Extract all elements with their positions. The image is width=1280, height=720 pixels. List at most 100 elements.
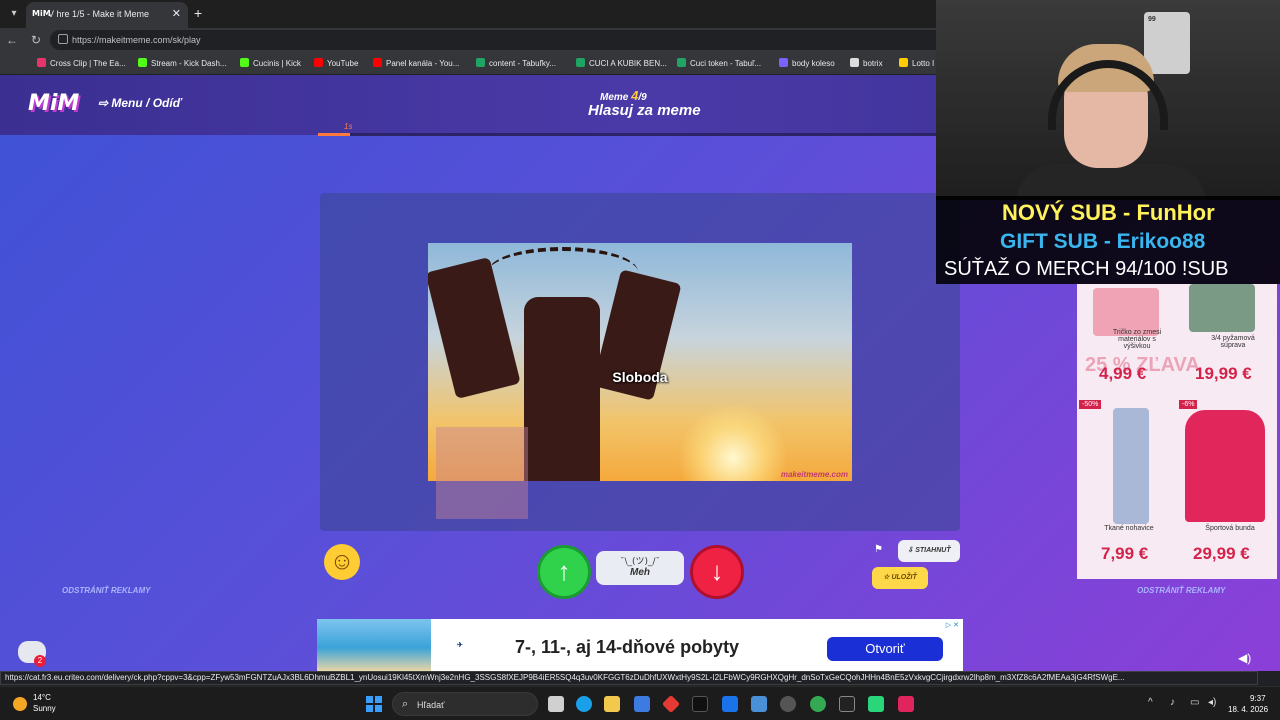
product-price: 7,99 € [1101, 544, 1149, 563]
status-url-bar: https://cat.fr3.eu.criteo.com/delivery/c… [0, 671, 1258, 685]
microphone-icon[interactable]: ♪ [1170, 697, 1175, 708]
tab-list-icon[interactable]: ▾ [6, 6, 22, 22]
pajama-image [1189, 284, 1255, 332]
bookmark-icon [779, 58, 788, 67]
sound-icon[interactable]: ◀) [1238, 651, 1251, 665]
chat-badge: 2 [34, 655, 46, 667]
reaction-emoji-button[interactable]: ☺ [324, 544, 360, 580]
app-icon[interactable] [839, 696, 855, 712]
bookmark-icon [576, 58, 585, 67]
bookmark-label: Cuci token - Tabuľ... [690, 59, 762, 68]
chrome-icon[interactable] [810, 696, 826, 712]
kick-icon[interactable] [868, 696, 884, 712]
figure-body [524, 297, 600, 481]
download-label: STIAHNUŤ [915, 547, 951, 554]
discount-badge: -6% [1179, 400, 1198, 409]
report-flag-icon[interactable]: ⚑ [874, 544, 883, 555]
bookmark-item[interactable]: Stream - Kick Dash... [138, 58, 227, 68]
vote-meh-button[interactable]: ¯\_(ツ)_/¯ Meh [596, 551, 684, 585]
tray-chevron-icon[interactable]: ^ [1148, 697, 1153, 708]
weather-condition: Sunny [33, 704, 56, 713]
url-text: https://makeitmeme.com/sk/play [72, 35, 201, 45]
network-icon[interactable]: ▭ [1190, 697, 1199, 708]
bookmark-item[interactable]: body koleso [779, 58, 835, 68]
sun-icon[interactable] [13, 697, 27, 711]
player-card: 99 [1144, 12, 1190, 74]
bookmark-icon [373, 58, 382, 67]
download-button[interactable]: ⇩ STIAHNUŤ [898, 540, 960, 562]
arrow-up-icon: ↑ [557, 556, 571, 586]
bookmark-item[interactable]: botrix [850, 58, 883, 68]
meme-watermark: makeitmeme.com [780, 470, 848, 479]
vote-down-button[interactable]: ↓ [690, 545, 744, 599]
ad-banner[interactable]: ✈ 7-, 11-, aj 14-dňové pobyty Otvoriť ▷ … [317, 619, 963, 671]
reload-icon[interactable]: ↻ [28, 32, 44, 48]
photos-icon[interactable] [751, 696, 767, 712]
tab-title: V hre 1/5 - Make it Meme [48, 9, 150, 19]
store-icon[interactable] [634, 696, 650, 712]
product-name: Tkané nohavice [1104, 525, 1154, 532]
bookmark-label: Cross Clip | The Ea... [50, 59, 126, 68]
product-price: 4,99 € [1099, 364, 1147, 383]
windows-start-icon[interactable] [366, 696, 382, 712]
new-tab-icon[interactable]: + [194, 5, 202, 21]
remove-ads-link-left[interactable]: ODSTRÁNIŤ REKLAMY [62, 586, 150, 595]
save-button[interactable]: ☆ ULOŽIŤ [872, 567, 928, 589]
bookmark-item[interactable]: Panel kanála - You... [373, 58, 459, 68]
tab-favicon: MiM [32, 9, 51, 18]
search-icon: ⌕ [402, 698, 409, 710]
jacket-image [1185, 410, 1265, 522]
menu-leave-label: Menu / Odíď [111, 96, 182, 110]
ad-open-button[interactable]: Otvoriť [827, 637, 943, 661]
mim-logo[interactable]: MiM [28, 91, 79, 116]
meme-sun [678, 403, 788, 481]
docs-icon[interactable] [722, 696, 738, 712]
timer-label: 1s [344, 122, 353, 131]
timer-fill [318, 133, 350, 136]
close-tab-icon[interactable]: ✕ [172, 7, 181, 20]
bookmark-icon [240, 58, 249, 67]
bookmark-item[interactable]: Cuci token - Tabuľ... [677, 58, 761, 68]
tiktok-icon[interactable] [692, 696, 708, 712]
meh-face: ¯\_(ツ)_/¯ [619, 557, 661, 567]
file-explorer-icon[interactable] [604, 696, 620, 712]
edge-icon[interactable] [576, 696, 592, 712]
gift-sub-alert: GIFT SUB - Erikoo88 [1000, 230, 1206, 253]
bookmark-item[interactable]: CUCI A KUBIK BEN... [576, 58, 667, 68]
sub-alert-panel: NOVÝ SUB - FunHor GIFT SUB - Erikoo88 SÚ… [936, 196, 1280, 284]
bookmark-item[interactable]: YouTube [314, 58, 358, 68]
arrow-down-icon: ↓ [710, 556, 724, 586]
site-info-icon[interactable] [58, 34, 68, 44]
menu-leave-link[interactable]: ⇨ Menu / Odíď [98, 96, 182, 110]
clock-time[interactable]: 9:37 [1250, 694, 1266, 703]
task-view-icon[interactable] [548, 696, 564, 712]
bookmark-label: YouTube [327, 59, 359, 68]
ad-choices-icon[interactable]: ▷ ✕ [946, 621, 959, 629]
tiktok-studio-icon[interactable] [898, 696, 914, 712]
browser-tab[interactable]: MiM V hre 1/5 - Make it Meme ✕ [26, 2, 188, 28]
product-price: 29,99 € [1193, 544, 1250, 563]
bookmark-item[interactable]: Cross Clip | The Ea... [37, 58, 126, 68]
new-sub-alert: NOVÝ SUB - FunHor [1002, 200, 1215, 225]
bookmark-icon [138, 58, 147, 67]
bookmark-label: Stream - Kick Dash... [151, 59, 227, 68]
back-icon[interactable]: ← [4, 32, 20, 48]
obs-icon[interactable] [780, 696, 796, 712]
volume-icon[interactable]: ◂) [1208, 697, 1216, 708]
meme-card: Sloboda makeitmeme.com [320, 193, 960, 531]
vote-up-button[interactable]: ↑ [537, 545, 591, 599]
bookmark-item[interactable]: Cucinis | Kick [240, 58, 301, 68]
remove-ads-link-right[interactable]: ODSTRÁNIŤ REKLAMY [1137, 586, 1225, 595]
round-counter: Meme 4/9 [600, 88, 647, 103]
bookmark-item[interactable]: Lotto I [899, 58, 934, 68]
clock-date[interactable]: 18. 4. 2026 [1228, 705, 1268, 714]
bookmark-label: body koleso [792, 59, 835, 68]
taskbar: 14°C Sunny ⌕ Hľadať ^ ♪ ▭ ◂) 9:37 18. 4.… [0, 686, 1280, 720]
discount-badge: -50% [1079, 400, 1102, 409]
red-app-icon[interactable] [661, 694, 681, 714]
player-card-rating: 99 [1148, 16, 1156, 23]
bookmark-item[interactable]: content - Tabuľky... [476, 58, 556, 68]
product-price: 19,99 € [1195, 364, 1252, 383]
taskbar-search[interactable]: ⌕ Hľadať [392, 692, 538, 716]
side-ad[interactable]: 25 % ZĽAVA Tričko zo zmesi materiálov s … [1077, 284, 1277, 579]
